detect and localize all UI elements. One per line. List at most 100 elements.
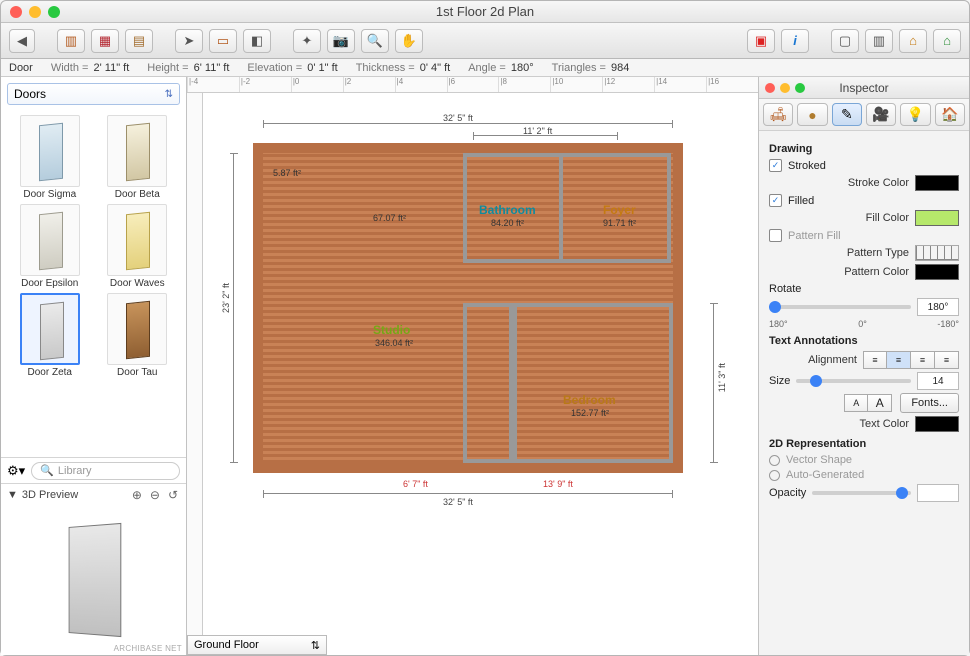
opacity-value[interactable] (917, 484, 959, 502)
view-2d-button[interactable]: ▢ (831, 29, 859, 53)
rotate-value[interactable]: 180° (917, 298, 959, 316)
inspector-tabs: 🛋 ● ✎ 🎥 💡 🏠 (759, 99, 969, 131)
library-item[interactable]: Door Epsilon (9, 204, 91, 289)
alignment-segmented[interactable]: ≡ ≡ ≡ ≡ (863, 351, 959, 369)
text-color-swatch[interactable] (915, 416, 959, 432)
status-triangles: Triangles = 984 (552, 62, 630, 74)
dim-top: 32' 5" ft (443, 113, 473, 123)
inspector-tab-2d[interactable]: ✎ (832, 103, 862, 126)
pattern-type-swatch[interactable] (915, 245, 959, 261)
font-larger-button[interactable]: A (868, 394, 892, 412)
pattern-fill-checkbox[interactable] (769, 229, 782, 242)
view-walkthrough-button[interactable]: ⌂ (933, 29, 961, 53)
select-arrows-icon: ⇅ (311, 639, 320, 652)
render-button[interactable]: ▣ (747, 29, 775, 53)
stroke-color-label: Stroke Color (769, 177, 909, 189)
pan-tool-button[interactable]: ✋ (395, 29, 423, 53)
rotate-label: Rotate (769, 283, 801, 295)
stroked-checkbox[interactable] (769, 159, 782, 172)
library-item-selected[interactable]: Door Zeta (9, 293, 91, 378)
inspector-body: Drawing Stroked Stroke Color Filled Fill… (759, 131, 969, 655)
zoom-out-icon[interactable]: ⊖ (148, 488, 162, 502)
zoom-in-icon[interactable]: ⊕ (130, 488, 144, 502)
pattern-color-label: Pattern Color (769, 266, 909, 278)
fill-color-swatch[interactable] (915, 210, 959, 226)
pattern-color-swatch[interactable] (915, 264, 959, 280)
pattern-type-label: Pattern Type (769, 247, 909, 259)
library-item[interactable]: Door Waves (97, 204, 179, 289)
size-value[interactable]: 14 (917, 372, 959, 390)
ruler-vertical (187, 93, 203, 635)
opacity-slider[interactable] (812, 491, 911, 495)
align-center-icon[interactable]: ≡ (887, 351, 911, 369)
ruler-horizontal: |-4|-2|0|2|4|6|8|10|12|14|16 (187, 77, 758, 93)
inspector-tab-lights[interactable]: 💡 (900, 103, 930, 126)
align-left-icon[interactable]: ≡ (863, 351, 887, 369)
library-colors-button[interactable]: ▤ (125, 29, 153, 53)
zoom-tool-button[interactable]: 🔍 (361, 29, 389, 53)
inspector-tab-materials[interactable]: ● (797, 103, 827, 126)
vector-shape-radio[interactable] (769, 455, 780, 466)
info-button[interactable]: i (781, 29, 809, 53)
library-search-input[interactable]: 🔍Library (31, 462, 180, 480)
dim-top-right: 11' 2" ft (523, 126, 552, 136)
room-area-bathroom: 84.20 ft² (491, 218, 524, 228)
camera-tool-button[interactable]: 📷 (327, 29, 355, 53)
status-width: Width = 2' 11" ft (51, 62, 129, 74)
room-tool-button[interactable]: ◧ (243, 29, 271, 53)
library-category-select[interactable]: Doors ⇅ (7, 83, 180, 105)
stroke-color-swatch[interactable] (915, 175, 959, 191)
select-tool-button[interactable]: ➤ (175, 29, 203, 53)
wall-tool-button[interactable]: ▭ (209, 29, 237, 53)
inspector-titlebar: Inspector (759, 77, 969, 99)
align-justify-icon[interactable]: ≡ (935, 351, 959, 369)
dim-bottom-left-seg: 6' 7" ft (403, 479, 428, 489)
minimize-window-dot[interactable] (29, 6, 41, 18)
library-item[interactable]: Door Sigma (9, 115, 91, 200)
view-3d-button[interactable]: ⌂ (899, 29, 927, 53)
library-materials-button[interactable]: ▦ (91, 29, 119, 53)
room-label-bedroom: Bedroom (563, 393, 616, 407)
pattern-fill-label: Pattern Fill (788, 230, 959, 242)
rotate-slider[interactable] (769, 305, 911, 309)
inspector-tab-building[interactable]: 🏠 (935, 103, 965, 126)
status-thickness: Thickness = 0' 4" ft (356, 62, 451, 74)
library-item[interactable]: Door Beta (97, 115, 179, 200)
library-item[interactable]: Door Tau (97, 293, 179, 378)
close-window-dot[interactable] (10, 6, 22, 18)
zoom-window-dot[interactable] (48, 6, 60, 18)
archibase-watermark: ARCHIBASE NET (114, 644, 182, 653)
section-text-annotations: Text Annotations (769, 335, 959, 347)
inspector-tab-object[interactable]: 🛋 (763, 103, 793, 126)
filled-checkbox[interactable] (769, 194, 782, 207)
preview-label: 3D Preview (22, 489, 78, 501)
dim-bottom-right-seg: 13' 9" ft (543, 479, 573, 489)
inspector-tab-cameras[interactable]: 🎥 (866, 103, 896, 126)
view-split-button[interactable]: ▥ (865, 29, 893, 53)
auto-generated-radio[interactable] (769, 470, 780, 481)
zoom-reset-icon[interactable]: ↺ (166, 488, 180, 502)
alignment-label: Alignment (769, 354, 857, 366)
disclosure-icon[interactable]: ▼ (7, 489, 18, 501)
opacity-label: Opacity (769, 487, 806, 499)
font-smaller-button[interactable]: A (844, 394, 868, 412)
library-panel: Doors ⇅ Door Sigma Door Beta Door Epsilo… (1, 77, 187, 655)
size-label: Size (769, 375, 790, 387)
floor-selector[interactable]: Ground Floor⇅ (187, 635, 327, 655)
select-arrows-icon: ⇅ (165, 89, 173, 100)
floorplan-canvas[interactable]: 32' 5" ft 11' 2" ft 23' 2" ft 11' 3" ft … (203, 93, 758, 655)
align-right-icon[interactable]: ≡ (911, 351, 935, 369)
size-slider[interactable] (796, 379, 911, 383)
fonts-button[interactable]: Fonts... (900, 393, 959, 413)
measure-tool-button[interactable]: ✦ (293, 29, 321, 53)
room-label-foyer: Foyer (603, 203, 636, 217)
floorplan[interactable]: Studio 346.04 ft² Bathroom 84.20 ft² Foy… (253, 143, 683, 473)
status-object: Door (9, 62, 33, 74)
room-label-bathroom: Bathroom (479, 203, 536, 217)
library-grid: Door Sigma Door Beta Door Epsilon Door W… (1, 111, 186, 457)
back-button[interactable]: ◀ (9, 29, 35, 53)
gear-icon[interactable]: ⚙▾ (7, 463, 25, 479)
small-area-pantry: 5.87 ft² (273, 168, 301, 178)
preview-3d[interactable]: ARCHIBASE NET (1, 505, 186, 655)
library-furniture-button[interactable]: ▥ (57, 29, 85, 53)
